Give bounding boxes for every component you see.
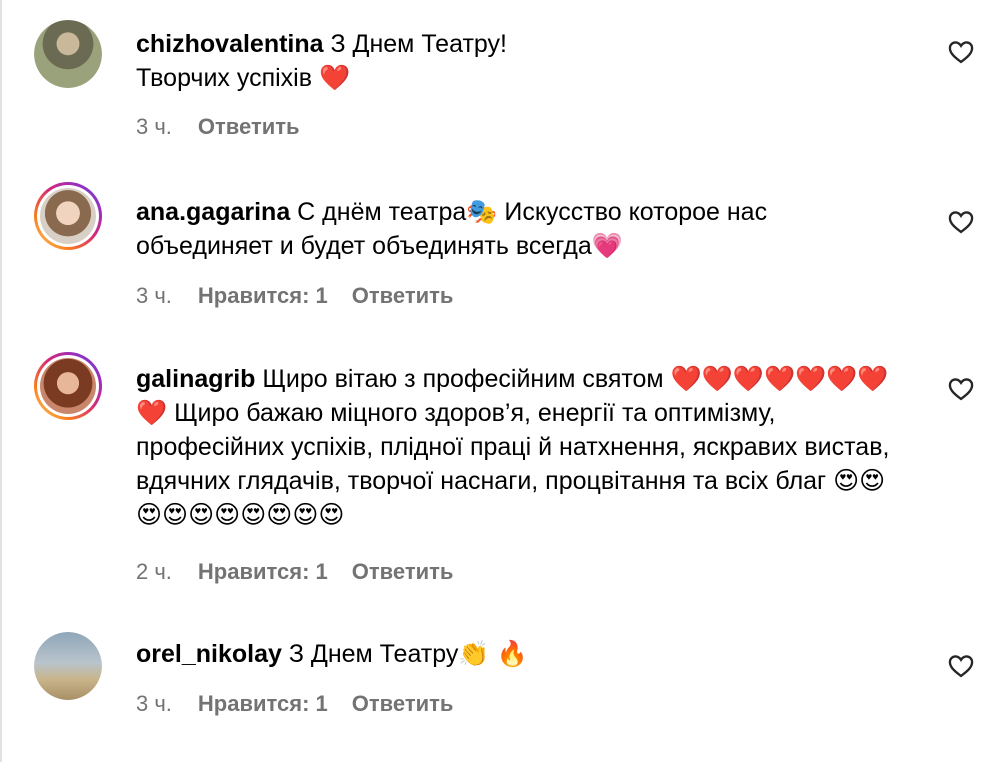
like-button[interactable]	[947, 38, 975, 66]
comment-username[interactable]: ana.gagarina	[136, 198, 290, 226]
comment-body: galinagrib Щиро вітаю з професійним свят…	[136, 362, 906, 532]
like-button[interactable]	[947, 652, 975, 680]
avatar[interactable]	[34, 20, 102, 88]
comment-item: galinagrib Щиро вітаю з професійним свят…	[0, 340, 992, 620]
comment-meta: 3 ч. Ответить	[136, 114, 324, 140]
like-button[interactable]	[947, 208, 975, 236]
reply-button[interactable]: Ответить	[352, 691, 454, 717]
comment-time: 3 ч.	[136, 691, 172, 716]
likes-count[interactable]: Нравится: 1	[198, 559, 328, 585]
comment-time: 2 ч.	[136, 559, 172, 584]
comment-item: chizhovalentina З Днем Театру! Творчих у…	[0, 0, 992, 170]
comment-username[interactable]: orel_nikolay	[136, 640, 282, 668]
avatar[interactable]	[34, 182, 102, 250]
comment-meta: 3 ч. Нравится: 1 Ответить	[136, 691, 477, 717]
comment-item: orel_nikolay З Днем Театру👏 🔥 3 ч. Нравит…	[0, 620, 992, 762]
reply-button[interactable]: Ответить	[198, 114, 300, 140]
heart-outline-icon	[948, 655, 974, 678]
heart-outline-icon	[948, 41, 974, 64]
comment-time: 3 ч.	[136, 114, 172, 139]
comment-text: З Днем Театру👏 🔥	[281, 640, 528, 668]
likes-count[interactable]: Нравится: 1	[198, 691, 328, 717]
reply-button[interactable]: Ответить	[352, 283, 454, 309]
avatar[interactable]	[34, 352, 102, 420]
avatar[interactable]	[34, 632, 102, 700]
reply-button[interactable]: Ответить	[352, 559, 454, 585]
comment-meta: 3 ч. Нравится: 1 Ответить	[136, 283, 477, 309]
like-button[interactable]	[947, 375, 975, 403]
heart-outline-icon	[948, 378, 974, 401]
comment-username[interactable]: chizhovalentina	[136, 30, 324, 58]
comment-username[interactable]: galinagrib	[136, 365, 255, 393]
likes-count[interactable]: Нравится: 1	[198, 283, 328, 309]
comment-item: ana.gagarina С днём театра🎭 Искусство ко…	[0, 170, 992, 340]
comment-time: 3 ч.	[136, 283, 172, 308]
comment-body: chizhovalentina З Днем Театру! Творчих у…	[136, 27, 906, 95]
comment-body: orel_nikolay З Днем Театру👏 🔥	[136, 637, 906, 671]
comment-meta: 2 ч. Нравится: 1 Ответить	[136, 559, 477, 585]
heart-outline-icon	[948, 211, 974, 234]
comment-body: ana.gagarina С днём театра🎭 Искусство ко…	[136, 195, 906, 263]
